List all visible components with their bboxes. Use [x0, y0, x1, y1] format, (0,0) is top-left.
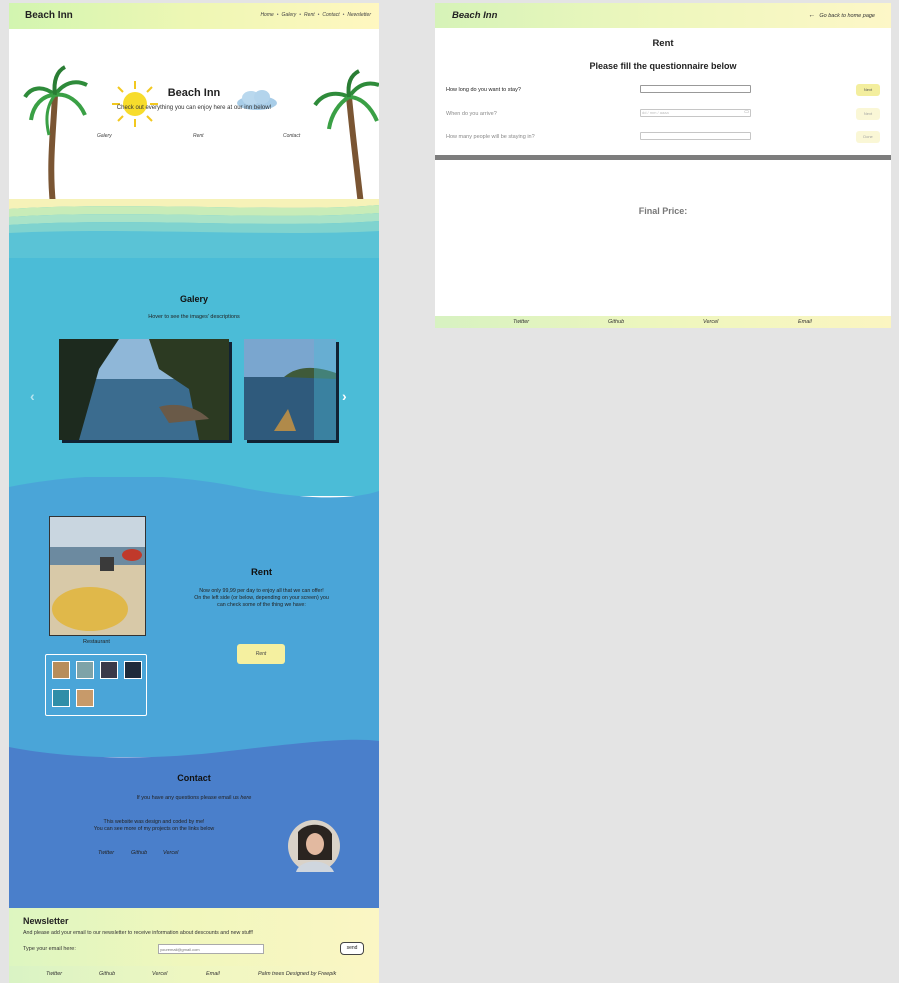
chevron-left-icon[interactable]: ‹ [30, 388, 35, 404]
home-page: Beach Inn Home • Galery • Rent • Contact • N… [9, 3, 379, 983]
galery-section: Galery Hover to see the images' descript… [9, 258, 379, 496]
contact-section: Contact If you have any questions please… [9, 763, 379, 908]
back-home-link[interactable]: ← Go back to home page [808, 12, 875, 19]
thumbnail-1[interactable] [52, 661, 70, 679]
newsletter-send-button[interactable]: send [340, 942, 364, 955]
beach-waves [9, 199, 379, 261]
question-label-people: How many people will be staying in? [446, 134, 535, 140]
contact-title: Contact [177, 773, 211, 783]
thumbnail-2[interactable] [76, 661, 94, 679]
palm-tree-left [23, 65, 88, 205]
rent-page: Beach Inn ← Go back to home page Rent Ple… [435, 3, 891, 328]
galery-title: Galery [179, 294, 209, 304]
nav-rent[interactable]: Rent [304, 12, 315, 18]
rent-footer: Twitter Github Vercel Email [435, 316, 891, 328]
question-row-people: How many people will be staying in? Done [435, 131, 891, 145]
stay-length-input[interactable] [640, 85, 751, 93]
galery-image-2[interactable] [244, 339, 336, 440]
main-nav: Home • Galery • Rent • Contact • Newsletter [260, 12, 371, 18]
galery-subtitle: Hover to see the images' descriptions [148, 314, 240, 320]
footer-link-twitter[interactable]: Twitter [46, 971, 62, 977]
home-header: Beach Inn Home • Galery • Rent • Contact • N… [9, 3, 379, 29]
thumbnail-4[interactable] [124, 661, 142, 679]
avatar [288, 820, 340, 872]
hero-link-rent[interactable]: Rent [193, 133, 204, 139]
contact-credits: This website was design and coded by me!… [93, 819, 215, 832]
galery-image-1[interactable] [59, 339, 229, 440]
newsletter-subtitle: And please add your email to our newslet… [23, 930, 254, 936]
people-count-input[interactable] [640, 132, 751, 140]
rent-page-subtitle: Please fill the questionnaire below [589, 61, 737, 71]
footer-link-vercel[interactable]: Vercel [152, 971, 167, 977]
footer-link-email[interactable]: Email [798, 319, 812, 325]
nav-contact[interactable]: Contact [322, 12, 339, 18]
question-label-arrive: When do you arrive? [446, 111, 497, 117]
hero-subtitle: Check out everything you can enjoy here … [116, 105, 272, 111]
rent-header: Beach Inn ← Go back to home page [435, 3, 891, 28]
newsletter-email-input[interactable] [158, 944, 264, 954]
thumbnail-3[interactable] [100, 661, 118, 679]
thumbnail-grid [45, 654, 147, 716]
next-button-stay[interactable]: Next [856, 84, 880, 96]
thumbnail-5[interactable] [52, 689, 70, 707]
contact-link-vercel[interactable]: Vercel [163, 850, 178, 856]
newsletter-label: Type your email here: [23, 946, 76, 952]
nav-home[interactable]: Home [260, 12, 273, 18]
newsletter-title: Newsletter [23, 916, 69, 926]
footer-link-email[interactable]: Email [206, 971, 220, 977]
footer-credit-freepik[interactable]: Palm trees Designed by Freepik [258, 971, 336, 977]
newsletter-section: Newsletter And please add your email to … [9, 908, 379, 968]
rent-section: Restaurant Rent Now only 99,99 per day t… [9, 493, 379, 733]
restaurant-caption: Restaurant [83, 639, 110, 645]
contact-email-link[interactable]: here [240, 795, 251, 801]
question-row-stay: How long do you want to stay? Next [435, 84, 891, 98]
hero-link-contact[interactable]: Contact [283, 133, 300, 139]
chevron-right-icon[interactable]: › [342, 388, 347, 404]
thumbnail-6[interactable] [76, 689, 94, 707]
rent-title: Rent [250, 567, 273, 578]
calendar-icon[interactable]: ▭ [744, 109, 749, 115]
home-footer: Twitter Github Vercel Email Palm trees D… [9, 966, 379, 983]
brand-logo[interactable]: Beach Inn [452, 10, 497, 21]
question-label-stay: How long do you want to stay? [446, 87, 521, 93]
brand-logo[interactable]: Beach Inn [25, 10, 73, 21]
done-button[interactable]: Done [856, 131, 880, 143]
rent-button[interactable]: Rent [237, 644, 285, 664]
arrival-date-input[interactable]: dd / mm / aaaa ▭ [640, 109, 751, 117]
question-row-arrive: When do you arrive? dd / mm / aaaa ▭ Nex… [435, 108, 891, 122]
arrow-left-icon: ← [808, 12, 816, 19]
hero-link-galery[interactable]: Galery [97, 133, 112, 139]
nav-galery[interactable]: Galery [282, 12, 297, 18]
restaurant-image[interactable] [49, 516, 146, 636]
final-price-label: Final Price: [638, 206, 688, 216]
contact-link-twitter[interactable]: Twitter [98, 850, 114, 856]
section-divider [435, 155, 891, 160]
hero-title: Beach Inn [167, 87, 221, 99]
rent-description: Now only 99,99 per day to enjoy all that… [194, 588, 329, 608]
footer-link-github[interactable]: Github [99, 971, 115, 977]
contact-email-text: If you have any questions please email u… [136, 795, 252, 801]
footer-link-github[interactable]: Github [608, 319, 624, 325]
rent-page-title: Rent [652, 38, 674, 49]
hero-section: Beach Inn Check out everything you can e… [9, 29, 379, 205]
nav-newsletter[interactable]: Newsletter [347, 12, 371, 18]
next-button-arrive[interactable]: Next [856, 108, 880, 120]
footer-link-twitter[interactable]: Twitter [513, 319, 529, 325]
footer-link-vercel[interactable]: Vercel [703, 319, 718, 325]
contact-link-github[interactable]: Github [131, 850, 147, 856]
